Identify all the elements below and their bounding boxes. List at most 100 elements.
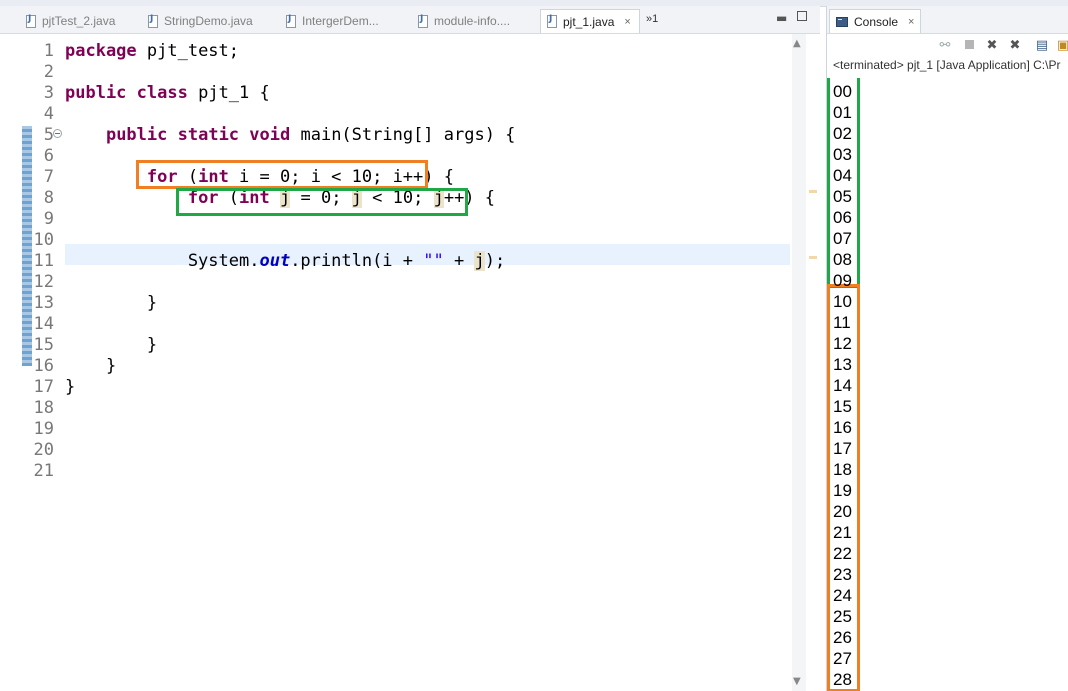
tab-pjttest-2[interactable]: pjtTest_2.java (20, 9, 142, 33)
occurrence-marker[interactable] (809, 190, 817, 193)
line-number: 8 (43, 188, 54, 208)
console-output-line: 20 (833, 502, 852, 521)
code-line-13: } (65, 293, 158, 313)
console-toolbar: ⚯ ✖ ✖ ▤ ▣ (827, 34, 1068, 58)
console-output-line: 12 (833, 334, 852, 353)
line-number: 12 (33, 272, 54, 292)
line-number: 9 (43, 209, 54, 229)
line-number-gutter: 1 2 3 4 5 6 7 8 9 10 11 12 13 14 15 16 17 18 19 20 21 (0, 34, 62, 691)
code-line-16: } (65, 356, 117, 376)
tab-overflow-button[interactable]: »1 (646, 13, 658, 25)
overview-ruler (806, 34, 820, 691)
console-output-line: 26 (833, 628, 852, 647)
console-output-line: 07 (833, 229, 852, 248)
console-close-icon[interactable]: × (908, 16, 914, 28)
console-tab-bar: Console × (827, 6, 1068, 34)
line-number: 15 (33, 335, 54, 355)
line-number: 6 (43, 146, 54, 166)
line-number: 1 (43, 41, 54, 61)
console-output-line: 14 (833, 376, 852, 395)
tab-console[interactable]: Console × (829, 9, 921, 33)
java-file-icon (547, 14, 557, 28)
java-file-icon (418, 14, 428, 28)
console-output-line: 24 (833, 586, 852, 605)
editor-vertical-scrollbar[interactable]: ▲ ▼ (792, 34, 806, 691)
java-file-icon (286, 14, 296, 28)
editor-tab-bar: pjtTest_2.java StringDemo.java IntergerD… (0, 6, 820, 34)
java-file-icon (26, 14, 36, 28)
code-line-1: package pjt_test; (65, 41, 240, 61)
tab-label: IntergerDem... (302, 14, 379, 28)
outer-loop-highlight-box (136, 160, 428, 189)
console-output[interactable]: 00 01 02 03 04 05 06 07 08 09 10 11 12 13 14 15 16 17 18 19… (827, 78, 1068, 691)
terminate-icon[interactable] (961, 38, 977, 54)
tab-label: pjt_1.java (563, 14, 615, 29)
console-pane: Console × ⚯ ✖ ✖ ▤ ▣ <terminated> pjt_1 [… (826, 6, 1068, 691)
code-line-5: public static void main(String[] args) { (105, 125, 516, 145)
link-icon[interactable]: ⚯ (937, 38, 953, 54)
console-output-line: 22 (833, 544, 852, 563)
code-editor[interactable]: package pjt_test; public class pjt_1 { p… (62, 34, 790, 691)
code-line-11: System.out.println(i + "" + j); (65, 251, 506, 271)
console-output-line: 10 (833, 292, 852, 311)
tab-stringdemo[interactable]: StringDemo.java (142, 9, 280, 33)
scroll-down-icon[interactable]: ▼ (793, 676, 801, 687)
maximize-icon[interactable] (797, 11, 807, 21)
remove-all-icon[interactable]: ✖ (1007, 38, 1023, 54)
console-output-line: 11 (833, 313, 851, 332)
occurrence-marker[interactable] (809, 256, 817, 259)
console-output-line: 00 (833, 82, 852, 101)
console-output-line: 23 (833, 565, 852, 584)
fold-toggle-icon[interactable] (53, 129, 62, 138)
tab-label: pjtTest_2.java (42, 14, 116, 28)
line-number: 13 (33, 293, 54, 313)
console-output-line: 02 (833, 124, 852, 143)
remove-launch-icon[interactable]: ✖ (984, 38, 1000, 54)
line-number: 11 (33, 251, 54, 271)
console-output-line: 09 (833, 271, 852, 290)
tab-close-icon[interactable]: × (624, 16, 630, 28)
tab-pjt-1[interactable]: pjt_1.java × (540, 9, 640, 33)
line-number: 10 (33, 230, 54, 250)
scroll-lock-icon[interactable]: ▣ (1055, 38, 1068, 54)
line-number: 17 (33, 377, 54, 397)
console-output-line: 21 (833, 523, 852, 542)
line-number: 4 (43, 104, 54, 124)
java-file-icon (148, 14, 158, 28)
editor-pane: pjtTest_2.java StringDemo.java IntergerD… (0, 6, 820, 691)
console-output-line: 19 (833, 481, 852, 500)
code-line-15: } (65, 335, 158, 355)
line-number: 2 (43, 62, 54, 82)
tab-label: module-info.... (434, 14, 511, 28)
line-number: 18 (33, 398, 54, 418)
inner-loop-highlight-box (176, 188, 468, 216)
line-number: 3 (43, 83, 54, 103)
console-icon (836, 16, 848, 27)
minimize-icon[interactable]: ▬ (776, 11, 787, 25)
code-line-3: public class pjt_1 { (65, 83, 270, 103)
console-output-line: 01 (833, 103, 852, 122)
console-output-line: 08 (833, 250, 852, 269)
tab-label: StringDemo.java (164, 14, 253, 28)
console-output-line: 15 (833, 397, 852, 416)
console-output-line: 18 (833, 460, 852, 479)
console-output-line: 17 (833, 439, 852, 458)
console-output-line: 06 (833, 208, 852, 227)
console-output-line: 05 (833, 187, 852, 206)
clear-console-icon[interactable]: ▤ (1034, 38, 1050, 54)
line-number: 5 (43, 125, 54, 145)
tab-intergerdemo[interactable]: IntergerDem... (280, 9, 412, 33)
code-line-17: } (65, 377, 76, 397)
line-number: 14 (33, 314, 54, 334)
console-output-line: 28 (833, 670, 852, 689)
line-number: 7 (43, 167, 54, 187)
console-output-line: 03 (833, 145, 852, 164)
console-output-line: 25 (833, 607, 852, 626)
console-output-line: 04 (833, 166, 852, 185)
console-output-line: 16 (833, 418, 852, 437)
scroll-up-icon[interactable]: ▲ (793, 38, 801, 49)
tab-module-info[interactable]: module-info.... (412, 9, 538, 33)
line-number: 20 (33, 440, 54, 460)
console-status: <terminated> pjt_1 [Java Application] C:… (833, 58, 1061, 72)
console-output-line: 27 (833, 649, 852, 668)
